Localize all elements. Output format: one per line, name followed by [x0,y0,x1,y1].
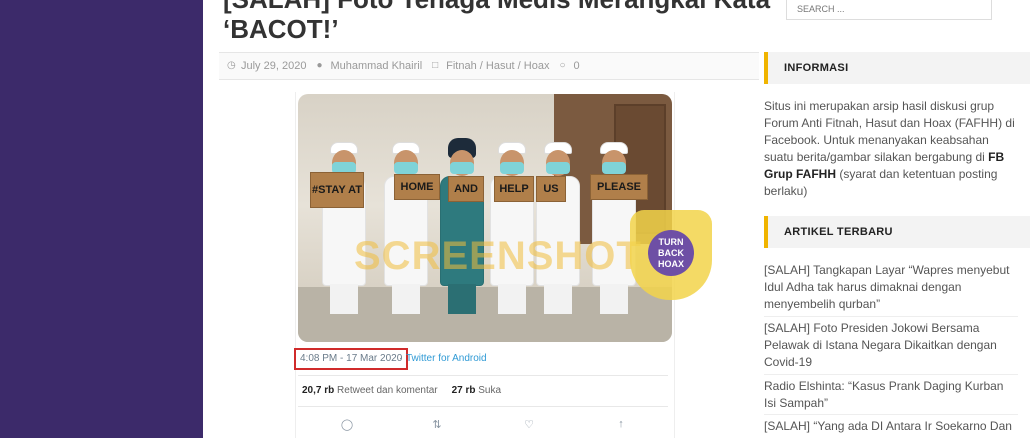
photo-nurse [380,124,432,324]
share-icon[interactable]: ↑ [614,418,628,430]
tweet-photo: #STAY AT HOME AND HELP US PLEASE SCREENS… [298,94,672,342]
screenshot-watermark: SCREENSHOT BY [354,234,672,278]
meta-author[interactable]: ● Muhammad Khairil [316,60,422,72]
divider [764,374,1018,375]
recent-article-link[interactable]: [SALAH] Foto Presiden Jokowi Bersama Pel… [764,320,1018,371]
meta-date-text: July 29, 2020 [241,60,307,72]
badge-text: TURN BACK HOAX [648,230,694,276]
photo-sign-6: PLEASE [590,174,648,200]
retweets-count: 20,7 rb [302,385,335,396]
meta-category-text[interactable]: Fitnah / Hasut / Hoax [446,60,549,72]
meta-category[interactable]: □ Fitnah / Hasut / Hoax [432,60,549,72]
tweet-stats: 20,7 rb Retweet dan komentar 27 rb Suka [302,385,501,396]
tweet-client-link[interactable]: Twitter for Android [406,353,487,364]
likes-label: Suka [478,385,502,396]
meta-comments-count[interactable]: 0 [573,60,579,72]
meta-author-text[interactable]: Muhammad Khairil [330,60,422,72]
photo-sign-1: #STAY AT [310,172,364,208]
photo-sign-5: US [536,176,566,202]
user-icon: ● [316,60,323,71]
recent-article-link[interactable]: [SALAH] Tangkapan Layar “Wapres menyebut… [764,262,1018,313]
folder-icon: □ [432,60,439,71]
sidebar: SEARCH ... INFORMASI Situs ini merupakan… [764,0,1030,438]
photo-sign-4: HELP [494,176,534,202]
divider [764,414,1018,415]
comment-icon: ○ [559,60,566,71]
turnbackhoax-badge: TURN BACK HOAX [630,210,712,300]
photo-sign-3: AND [448,176,484,202]
recent-article-link[interactable]: Radio Elshinta: “Kasus Prank Daging Kurb… [764,378,1018,412]
retweets-label: Retweet dan komentar [337,385,438,396]
photo-nurse [486,124,538,324]
reply-icon[interactable]: ◯ [340,418,354,431]
article-meta: ◷ July 29, 2020 ● Muhammad Khairil □ Fit… [219,52,759,80]
photo-sign-2: HOME [394,174,440,200]
like-icon[interactable]: ♡ [522,418,536,431]
meta-date: ◷ July 29, 2020 [227,60,306,72]
divider [298,406,668,407]
meta-comments[interactable]: ○ 0 [559,60,579,72]
photo-nurse [532,124,584,324]
search-input[interactable]: SEARCH ... [786,0,992,20]
tweet-timestamp: 4:08 PM - 17 Mar 2020 [294,348,409,370]
tweet-separator: · [399,353,403,364]
likes-count: 27 rb [451,385,476,396]
article-title: [SALAH] Foto Tenaga Medis Merangkai Kata… [223,0,770,44]
divider [298,375,668,376]
widget-heading-artikel-terbaru: ARTIKEL TERBARU [764,216,1030,248]
divider [764,316,1018,317]
clock-icon: ◷ [227,60,236,71]
info-text-part-1: Situs ini merupakan arsip hasil diskusi … [764,99,1015,164]
recent-article-link[interactable]: [SALAH] “Yang ada DI Antara Ir Soekarno … [764,418,1018,435]
photo-nurse [318,124,370,324]
retweet-icon[interactable]: ⇅ [430,418,444,431]
left-background-band [0,0,203,438]
widget-heading-informasi: INFORMASI [764,52,1030,84]
tweet-screenshot: #STAY AT HOME AND HELP US PLEASE SCREENS… [294,92,712,438]
info-text: Situs ini merupakan arsip hasil diskusi … [764,98,1018,200]
photo-nurse [436,124,488,324]
